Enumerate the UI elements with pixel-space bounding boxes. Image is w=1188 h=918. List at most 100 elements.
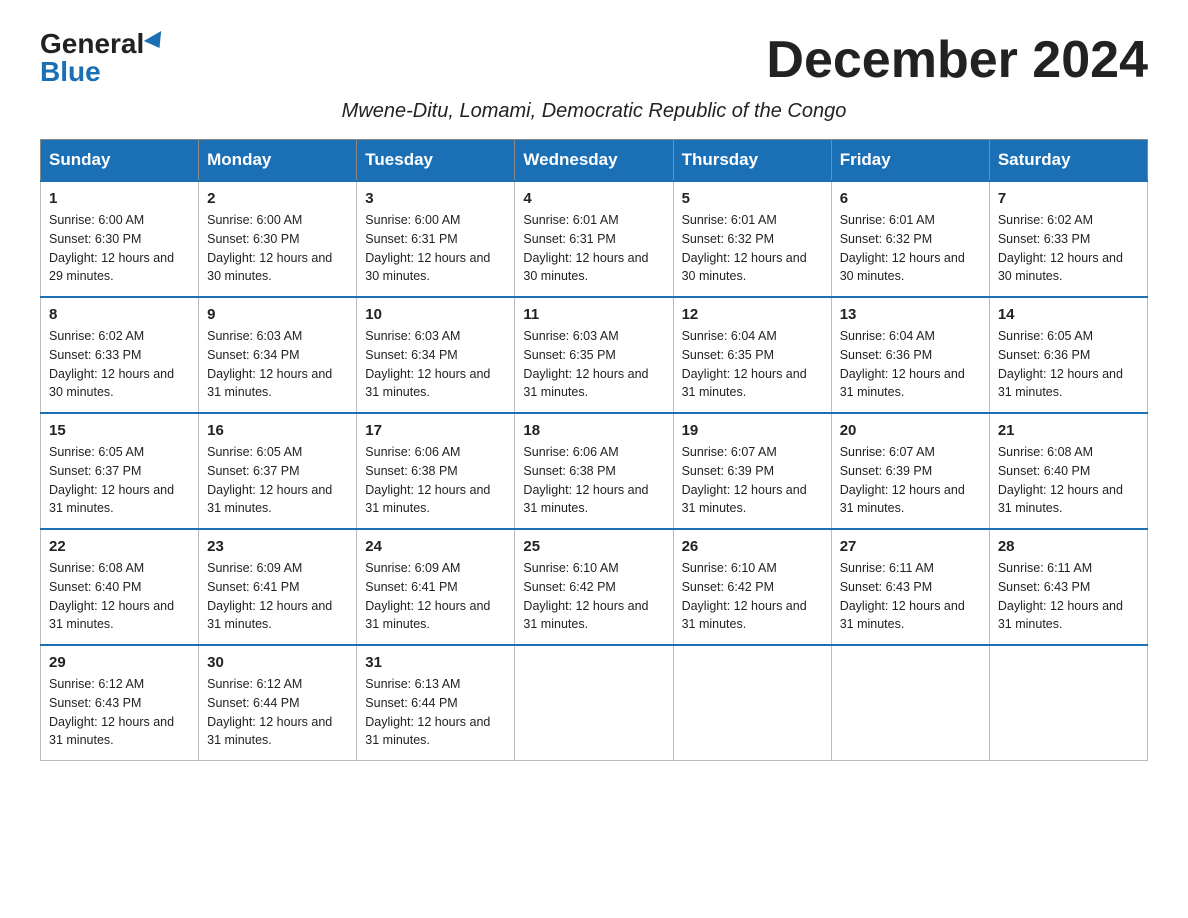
calendar-cell: 13 Sunrise: 6:04 AMSunset: 6:36 PMDaylig… (831, 297, 989, 413)
header-friday: Friday (831, 140, 989, 182)
day-number: 9 (207, 306, 348, 323)
calendar-cell: 21 Sunrise: 6:08 AMSunset: 6:40 PMDaylig… (989, 413, 1147, 529)
calendar-cell: 14 Sunrise: 6:05 AMSunset: 6:36 PMDaylig… (989, 297, 1147, 413)
day-number: 3 (365, 190, 506, 207)
day-number: 8 (49, 306, 190, 323)
week-row-1: 1 Sunrise: 6:00 AMSunset: 6:30 PMDayligh… (41, 181, 1148, 297)
month-title: December 2024 (766, 30, 1148, 90)
day-number: 31 (365, 654, 506, 671)
calendar-cell: 16 Sunrise: 6:05 AMSunset: 6:37 PMDaylig… (199, 413, 357, 529)
day-info: Sunrise: 6:01 AMSunset: 6:31 PMDaylight:… (523, 213, 648, 283)
calendar-cell: 6 Sunrise: 6:01 AMSunset: 6:32 PMDayligh… (831, 181, 989, 297)
calendar-cell: 23 Sunrise: 6:09 AMSunset: 6:41 PMDaylig… (199, 529, 357, 645)
day-info: Sunrise: 6:05 AMSunset: 6:37 PMDaylight:… (207, 445, 332, 515)
calendar-cell: 22 Sunrise: 6:08 AMSunset: 6:40 PMDaylig… (41, 529, 199, 645)
day-info: Sunrise: 6:02 AMSunset: 6:33 PMDaylight:… (49, 329, 174, 399)
header-tuesday: Tuesday (357, 140, 515, 182)
calendar-cell: 10 Sunrise: 6:03 AMSunset: 6:34 PMDaylig… (357, 297, 515, 413)
day-info: Sunrise: 6:01 AMSunset: 6:32 PMDaylight:… (840, 213, 965, 283)
calendar-cell: 3 Sunrise: 6:00 AMSunset: 6:31 PMDayligh… (357, 181, 515, 297)
calendar-cell: 1 Sunrise: 6:00 AMSunset: 6:30 PMDayligh… (41, 181, 199, 297)
day-number: 17 (365, 422, 506, 439)
calendar-cell: 12 Sunrise: 6:04 AMSunset: 6:35 PMDaylig… (673, 297, 831, 413)
day-info: Sunrise: 6:03 AMSunset: 6:35 PMDaylight:… (523, 329, 648, 399)
logo: General Blue (40, 30, 166, 86)
calendar-cell: 9 Sunrise: 6:03 AMSunset: 6:34 PMDayligh… (199, 297, 357, 413)
day-number: 1 (49, 190, 190, 207)
day-number: 18 (523, 422, 664, 439)
day-info: Sunrise: 6:00 AMSunset: 6:30 PMDaylight:… (49, 213, 174, 283)
calendar-cell: 20 Sunrise: 6:07 AMSunset: 6:39 PMDaylig… (831, 413, 989, 529)
calendar-cell: 18 Sunrise: 6:06 AMSunset: 6:38 PMDaylig… (515, 413, 673, 529)
day-number: 5 (682, 190, 823, 207)
calendar-cell (831, 645, 989, 761)
header-wednesday: Wednesday (515, 140, 673, 182)
day-info: Sunrise: 6:03 AMSunset: 6:34 PMDaylight:… (365, 329, 490, 399)
header-monday: Monday (199, 140, 357, 182)
calendar-cell: 29 Sunrise: 6:12 AMSunset: 6:43 PMDaylig… (41, 645, 199, 761)
logo-blue: Blue (40, 58, 101, 86)
day-info: Sunrise: 6:09 AMSunset: 6:41 PMDaylight:… (365, 561, 490, 631)
calendar-cell: 30 Sunrise: 6:12 AMSunset: 6:44 PMDaylig… (199, 645, 357, 761)
day-info: Sunrise: 6:06 AMSunset: 6:38 PMDaylight:… (365, 445, 490, 515)
day-info: Sunrise: 6:09 AMSunset: 6:41 PMDaylight:… (207, 561, 332, 631)
calendar-cell (989, 645, 1147, 761)
week-row-4: 22 Sunrise: 6:08 AMSunset: 6:40 PMDaylig… (41, 529, 1148, 645)
day-info: Sunrise: 6:02 AMSunset: 6:33 PMDaylight:… (998, 213, 1123, 283)
day-number: 10 (365, 306, 506, 323)
header-saturday: Saturday (989, 140, 1147, 182)
week-row-2: 8 Sunrise: 6:02 AMSunset: 6:33 PMDayligh… (41, 297, 1148, 413)
day-info: Sunrise: 6:08 AMSunset: 6:40 PMDaylight:… (998, 445, 1123, 515)
header-sunday: Sunday (41, 140, 199, 182)
calendar-cell: 19 Sunrise: 6:07 AMSunset: 6:39 PMDaylig… (673, 413, 831, 529)
day-info: Sunrise: 6:04 AMSunset: 6:35 PMDaylight:… (682, 329, 807, 399)
day-number: 4 (523, 190, 664, 207)
header-thursday: Thursday (673, 140, 831, 182)
calendar-cell: 2 Sunrise: 6:00 AMSunset: 6:30 PMDayligh… (199, 181, 357, 297)
calendar-cell: 15 Sunrise: 6:05 AMSunset: 6:37 PMDaylig… (41, 413, 199, 529)
day-info: Sunrise: 6:12 AMSunset: 6:44 PMDaylight:… (207, 677, 332, 747)
day-info: Sunrise: 6:00 AMSunset: 6:31 PMDaylight:… (365, 213, 490, 283)
day-number: 19 (682, 422, 823, 439)
day-info: Sunrise: 6:11 AMSunset: 6:43 PMDaylight:… (998, 561, 1123, 631)
day-info: Sunrise: 6:07 AMSunset: 6:39 PMDaylight:… (840, 445, 965, 515)
logo-general: General (40, 30, 166, 58)
week-row-5: 29 Sunrise: 6:12 AMSunset: 6:43 PMDaylig… (41, 645, 1148, 761)
day-number: 14 (998, 306, 1139, 323)
day-number: 30 (207, 654, 348, 671)
calendar-cell: 4 Sunrise: 6:01 AMSunset: 6:31 PMDayligh… (515, 181, 673, 297)
day-info: Sunrise: 6:10 AMSunset: 6:42 PMDaylight:… (682, 561, 807, 631)
day-number: 13 (840, 306, 981, 323)
day-info: Sunrise: 6:10 AMSunset: 6:42 PMDaylight:… (523, 561, 648, 631)
day-number: 20 (840, 422, 981, 439)
day-number: 21 (998, 422, 1139, 439)
day-info: Sunrise: 6:11 AMSunset: 6:43 PMDaylight:… (840, 561, 965, 631)
day-info: Sunrise: 6:05 AMSunset: 6:36 PMDaylight:… (998, 329, 1123, 399)
day-info: Sunrise: 6:00 AMSunset: 6:30 PMDaylight:… (207, 213, 332, 283)
day-number: 24 (365, 538, 506, 555)
day-number: 28 (998, 538, 1139, 555)
day-number: 25 (523, 538, 664, 555)
calendar-header-row: Sunday Monday Tuesday Wednesday Thursday… (41, 140, 1148, 182)
page-header: General Blue December 2024 (40, 30, 1148, 90)
calendar-cell: 25 Sunrise: 6:10 AMSunset: 6:42 PMDaylig… (515, 529, 673, 645)
day-info: Sunrise: 6:07 AMSunset: 6:39 PMDaylight:… (682, 445, 807, 515)
location-subtitle: Mwene-Ditu, Lomami, Democratic Republic … (40, 100, 1148, 123)
day-number: 16 (207, 422, 348, 439)
day-info: Sunrise: 6:06 AMSunset: 6:38 PMDaylight:… (523, 445, 648, 515)
calendar-cell: 7 Sunrise: 6:02 AMSunset: 6:33 PMDayligh… (989, 181, 1147, 297)
calendar-cell: 28 Sunrise: 6:11 AMSunset: 6:43 PMDaylig… (989, 529, 1147, 645)
calendar-cell: 31 Sunrise: 6:13 AMSunset: 6:44 PMDaylig… (357, 645, 515, 761)
day-info: Sunrise: 6:01 AMSunset: 6:32 PMDaylight:… (682, 213, 807, 283)
day-number: 6 (840, 190, 981, 207)
day-number: 22 (49, 538, 190, 555)
day-info: Sunrise: 6:13 AMSunset: 6:44 PMDaylight:… (365, 677, 490, 747)
day-info: Sunrise: 6:04 AMSunset: 6:36 PMDaylight:… (840, 329, 965, 399)
calendar-cell (515, 645, 673, 761)
week-row-3: 15 Sunrise: 6:05 AMSunset: 6:37 PMDaylig… (41, 413, 1148, 529)
calendar-table: Sunday Monday Tuesday Wednesday Thursday… (40, 139, 1148, 761)
day-number: 23 (207, 538, 348, 555)
calendar-cell: 11 Sunrise: 6:03 AMSunset: 6:35 PMDaylig… (515, 297, 673, 413)
day-number: 2 (207, 190, 348, 207)
calendar-cell: 8 Sunrise: 6:02 AMSunset: 6:33 PMDayligh… (41, 297, 199, 413)
